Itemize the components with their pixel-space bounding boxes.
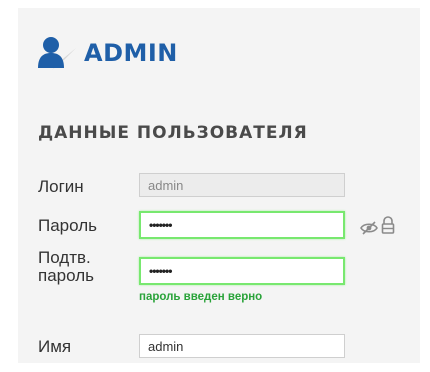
login-label: Логин bbox=[38, 177, 84, 196]
confirm-label-line1: Подтв. bbox=[38, 248, 91, 267]
admin-title: ADMIN bbox=[84, 39, 178, 67]
eye-slash-icon[interactable] bbox=[360, 221, 378, 235]
section-title: ДАННЫЕ ПОЛЬЗОВАТЕЛЯ bbox=[38, 123, 308, 143]
name-label: Имя bbox=[38, 337, 72, 356]
password-field[interactable]: ••••••• bbox=[139, 211, 345, 239]
password-value: ••••••• bbox=[149, 218, 172, 232]
password-match-hint: пароль введен верно bbox=[139, 291, 263, 303]
confirm-label-line2: пароль bbox=[38, 266, 94, 285]
lock-icon[interactable] bbox=[381, 216, 395, 234]
confirm-password-field[interactable]: ••••••• bbox=[139, 257, 345, 285]
user-icon bbox=[38, 36, 76, 70]
admin-header: ADMIN bbox=[38, 33, 178, 73]
confirm-password-value: ••••••• bbox=[149, 264, 172, 278]
login-value: admin bbox=[148, 177, 184, 193]
name-value: admin bbox=[148, 338, 184, 354]
user-data-panel: ADMIN ДАННЫЕ ПОЛЬЗОВАТЕЛЯ Логин admin Па… bbox=[18, 8, 420, 363]
name-field[interactable]: admin bbox=[139, 334, 345, 358]
login-field: admin bbox=[139, 173, 345, 197]
password-label: Пароль bbox=[38, 216, 97, 235]
